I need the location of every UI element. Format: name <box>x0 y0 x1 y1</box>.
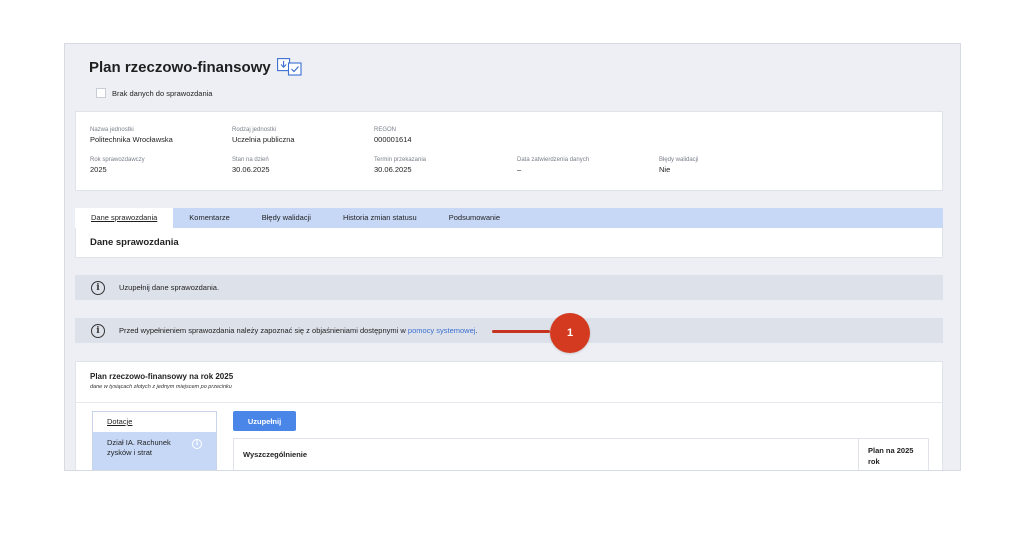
tab-dane-sprawozdania[interactable]: Dane sprawozdania <box>75 208 174 228</box>
unit-name-label: Nazwa jednostki <box>90 127 134 133</box>
info-icon: i <box>91 280 105 295</box>
divider <box>76 402 942 403</box>
help-link[interactable]: pomocy systemowej <box>408 326 476 335</box>
errors-label: Błędy walidacji <box>659 157 699 163</box>
help-text-after: . <box>475 326 478 335</box>
year-field: Rok sprawozdawczy 2025 <box>90 156 145 175</box>
plan-title: Plan rzeczowo-finansowy na rok 2025 <box>90 372 234 381</box>
info-icon[interactable]: i <box>192 439 202 449</box>
fill-data-text: Uzupełnij dane sprawozdania. <box>119 283 220 292</box>
fill-button[interactable]: Uzupełnij <box>233 411 296 431</box>
callout-badge: 1 <box>550 313 590 353</box>
plan-subtitle: dane w tysiącach złotych z jednym miejsc… <box>90 384 232 390</box>
approval-field: Data zatwierdzenia danych – <box>517 156 589 175</box>
tab-bledy-walidacji[interactable]: Błędy walidacji <box>246 208 327 228</box>
unit-type-label: Rodzaj jednostki <box>232 127 277 133</box>
state-value: 30.06.2025 <box>232 165 270 174</box>
column-header-plan: Plan na 2025 rok <box>858 439 929 470</box>
plan-table: Wyszczególnienie Plan na 2025 rok <box>233 438 929 470</box>
info-icon: i <box>91 323 105 338</box>
title-row: Plan rzeczowo-finansowy <box>89 58 302 76</box>
tab-bar: Dane sprawozdania Komentarze Błędy walid… <box>75 208 943 228</box>
page-title: Plan rzeczowo-finansowy <box>89 58 271 76</box>
section-header: Dane sprawozdania <box>75 228 943 258</box>
fill-data-alert: i Uzupełnij dane sprawozdania. <box>75 275 943 300</box>
column-header-wyszczegolnienie: Wyszczególnienie <box>243 450 308 459</box>
regon-field: REGON 000001614 <box>374 126 412 145</box>
help-alert-text: Przed wypełnieniem sprawozdania należy z… <box>119 326 478 335</box>
approval-label: Data zatwierdzenia danych <box>517 157 590 163</box>
regon-label: REGON <box>374 127 397 133</box>
errors-value: Nie <box>659 165 671 174</box>
download-check-icon[interactable] <box>276 58 302 76</box>
report-frame: Plan rzeczowo-finansowy Brak danych do s… <box>64 43 961 471</box>
nav-item-label: Dział IA. Rachunek zysków i strat <box>107 438 171 457</box>
errors-field: Błędy walidacji Nie <box>659 156 698 175</box>
unit-name-field: Nazwa jednostki Politechnika Wrocławska <box>90 126 173 145</box>
state-field: Stan na dzień 30.06.2025 <box>232 156 270 175</box>
unit-name-value: Politechnika Wrocławska <box>90 135 173 144</box>
help-text-before: Przed wypełnieniem sprawozdania należy z… <box>119 326 408 335</box>
no-data-checkbox-row[interactable]: Brak danych do sprawozdania <box>96 88 212 98</box>
unit-type-field: Rodzaj jednostki Uczelnia publiczna <box>232 126 295 145</box>
section-nav: Dotacje Dział IA. Rachunek zysków i stra… <box>92 411 217 470</box>
section-title: Dane sprawozdania <box>90 237 179 248</box>
tab-podsumowanie[interactable]: Podsumowanie <box>433 208 516 228</box>
report-info-card: Nazwa jednostki Politechnika Wrocławska … <box>75 111 943 191</box>
unit-type-value: Uczelnia publiczna <box>232 135 295 144</box>
deadline-value: 30.06.2025 <box>374 165 412 174</box>
plan-card: Plan rzeczowo-finansowy na rok 2025 dane… <box>75 361 943 470</box>
regon-value: 000001614 <box>374 135 412 144</box>
year-label: Rok sprawozdawczy <box>90 157 145 163</box>
no-data-checkbox[interactable] <box>96 88 106 98</box>
nav-item-dotacje[interactable]: Dotacje <box>93 412 216 432</box>
deadline-field: Termin przekazania 30.06.2025 <box>374 156 426 175</box>
nav-item-dzial-ia[interactable]: Dział IA. Rachunek zysków i strat i <box>93 432 216 470</box>
approval-value: – <box>517 165 522 174</box>
no-data-label: Brak danych do sprawozdania <box>112 88 213 98</box>
tab-historia-zmian[interactable]: Historia zmian statusu <box>327 208 433 228</box>
state-label: Stan na dzień <box>232 157 269 163</box>
deadline-label: Termin przekazania <box>374 157 427 163</box>
year-value: 2025 <box>90 165 107 174</box>
tab-komentarze[interactable]: Komentarze <box>173 208 245 228</box>
callout-line <box>492 330 550 333</box>
